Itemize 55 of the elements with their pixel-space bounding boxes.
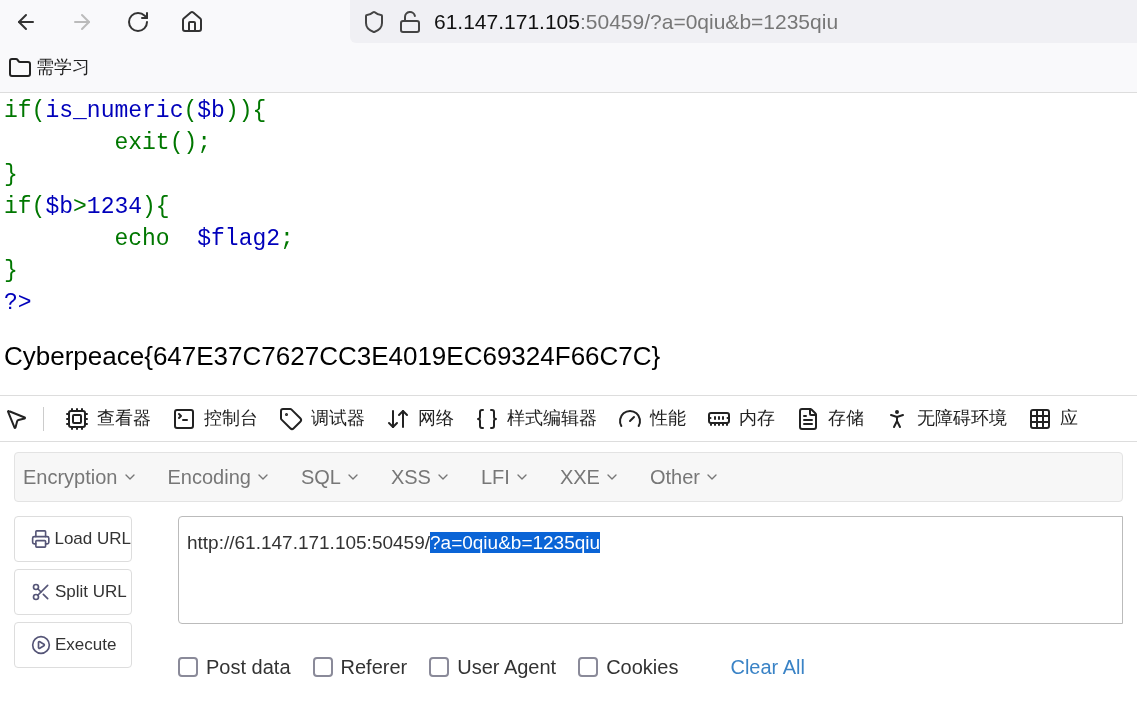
code-line: } (3, 161, 18, 190)
clear-all-link[interactable]: Clear All (730, 652, 805, 682)
flag-output: Cyberpeace{647E37C7627CC3E4019EC69324F66C7C} (3, 340, 661, 373)
code-line: ?> (3, 289, 32, 318)
dropdown-menu[interactable]: Other (649, 462, 720, 492)
checkbox-label: Referer (340, 655, 408, 680)
tab-icon (172, 406, 196, 431)
url-field[interactable]: http://61.147.171.105:50459/?a=0qiu&b=1235qiu (178, 516, 1123, 624)
dropdown-menu[interactable]: Encoding (167, 462, 271, 492)
devtools-tab[interactable]: 性能 (618, 405, 686, 432)
checkbox[interactable] (578, 657, 599, 677)
button-icon (31, 635, 51, 655)
hackbar-button[interactable]: Execute (14, 622, 132, 668)
shield-icon (362, 9, 386, 34)
tab-icon (65, 406, 89, 431)
address-bar[interactable]: 61.147.171.105:50459/?a=0qiu&b=1235qiu (350, 0, 1137, 43)
code-line: exit(); (113, 129, 212, 158)
dropdown-menu[interactable]: LFI (480, 462, 530, 492)
dropdown-menu[interactable]: SQL (300, 462, 361, 492)
devtools-tab[interactable]: 无障碍环境 (885, 405, 1007, 432)
code-line: if($b>1234){ (3, 193, 170, 222)
devtools-tab[interactable]: 调试器 (279, 405, 365, 432)
folder-icon (8, 55, 32, 80)
checkbox[interactable] (429, 657, 450, 677)
hackbar-button[interactable]: Load URL (14, 516, 132, 562)
devtools-tab[interactable]: 样式编辑器 (475, 405, 597, 432)
dropdown-menu[interactable]: XSS (390, 462, 451, 492)
devtools-tab[interactable]: 查看器 (65, 405, 151, 432)
devtools-tab[interactable]: 存储 (796, 405, 864, 432)
checkbox-label: Post data (206, 655, 291, 680)
tab-icon (796, 406, 820, 431)
checkbox[interactable] (312, 657, 333, 677)
button-icon (31, 529, 51, 549)
address-text: 61.147.171.105:50459/?a=0qiu&b=1235qiu (434, 8, 839, 35)
button-icon (31, 582, 51, 602)
devtools-tab[interactable]: 应 (1028, 405, 1078, 432)
home-icon[interactable] (180, 9, 204, 34)
devtools-tab[interactable]: 内存 (707, 405, 775, 432)
lock-icon (398, 9, 422, 34)
dropdown-menu[interactable]: XXE (559, 462, 620, 492)
tab-icon (279, 406, 303, 431)
checkbox[interactable] (178, 657, 198, 677)
devtools-tab[interactable]: 控制台 (172, 405, 258, 432)
dropdown-menu[interactable]: Encryption (23, 462, 138, 492)
reload-icon[interactable] (126, 9, 150, 34)
devtools-tab[interactable]: 网络 (386, 405, 454, 432)
tab-icon (475, 406, 499, 431)
code-line: echo $flag2; (113, 225, 294, 254)
hackbar-button[interactable]: Split URL (14, 569, 132, 615)
code-line: if(is_numeric($b)){ (3, 97, 267, 126)
checkbox-label: User Agent (457, 655, 557, 680)
bookmark-folder[interactable]: 需学习 (8, 54, 90, 81)
code-line: } (3, 257, 18, 286)
tab-icon (1028, 406, 1052, 431)
checkbox-label: Cookies (606, 655, 679, 680)
